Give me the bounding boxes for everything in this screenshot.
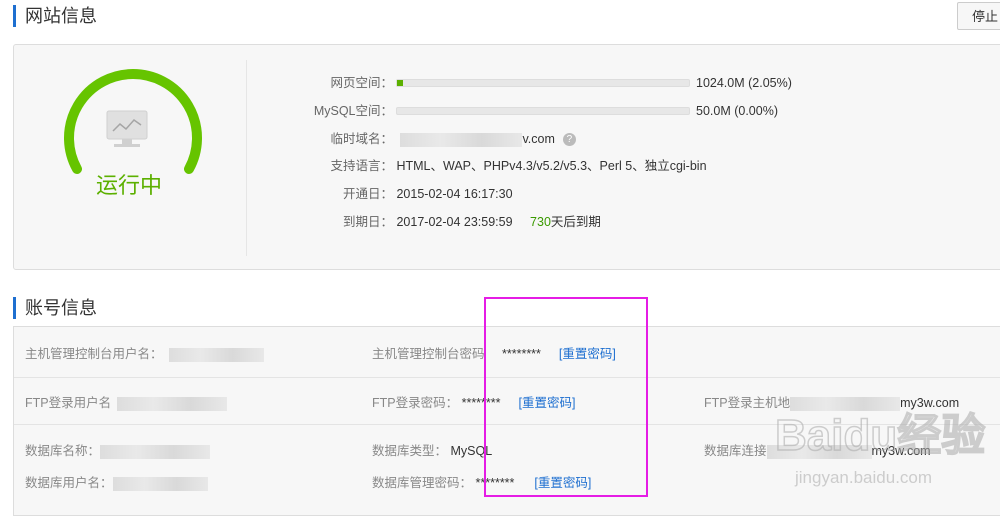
web-space-bar xyxy=(396,79,690,87)
mysql-space-bar xyxy=(396,107,690,115)
temp-domain-row: 临时域名： v.com? xyxy=(260,130,576,148)
db-name-field: 数据库名称： xyxy=(25,443,211,459)
monitor-icon xyxy=(106,110,148,147)
open-date-row: 开通日： 2015-02-04 16:17:30 xyxy=(260,185,513,203)
temp-domain-label: 临时域名： xyxy=(330,132,393,146)
expire-date-row: 到期日： 2017-02-04 23:59:59 730天后到期 xyxy=(260,213,601,231)
db-user-label: 数据库用户名： xyxy=(25,476,113,490)
db-host-label: 数据库连接 xyxy=(704,444,767,458)
db-user-field: 数据库用户名： xyxy=(25,475,208,491)
host-pwd-label: 主机管理控制台密码 xyxy=(372,347,485,361)
ftp-user-label: FTP登录用户名 xyxy=(25,396,112,410)
help-icon[interactable]: ? xyxy=(562,133,576,147)
web-space-value: 1024.0M (2.05%) xyxy=(696,76,792,90)
blurred-value xyxy=(100,444,211,459)
highlight-box xyxy=(484,297,648,497)
blurred-domain xyxy=(400,132,523,147)
web-space-label: 网页空间： xyxy=(330,76,393,90)
baidu-watermark-logo: Baidu经验 jingyan.baidu.com xyxy=(775,410,986,487)
db-pwd-label: 数据库管理密码： xyxy=(372,476,473,490)
panel-divider xyxy=(246,60,247,256)
status-label: 运行中 xyxy=(96,173,163,198)
mysql-space-label: MySQL空间： xyxy=(313,104,393,118)
languages-value: HTML、WAP、PHPv4.3/v5.2/v5.3、Perl 5、独立cgi-… xyxy=(396,159,707,173)
temp-domain-value: v.com xyxy=(522,132,555,146)
languages-label: 支持语言： xyxy=(330,159,393,173)
host-user-label: 主机管理控制台用户名： xyxy=(25,347,163,361)
open-date-value: 2015-02-04 16:17:30 xyxy=(396,187,513,201)
db-name-label: 数据库名称： xyxy=(25,444,101,458)
host-user-field: 主机管理控制台用户名： xyxy=(25,346,264,362)
watermark-brand: Baidu经验 xyxy=(775,411,985,460)
ftp-user-field: FTP登录用户名 xyxy=(25,395,228,411)
stop-button[interactable]: 停止 xyxy=(957,2,1000,30)
mysql-space-row: MySQL空间： xyxy=(260,102,393,120)
expire-date-value: 2017-02-04 23:59:59 xyxy=(396,215,513,229)
watermark-url: jingyan.baidu.com xyxy=(794,468,932,487)
days-left: 730 xyxy=(530,215,551,229)
open-date-label: 开通日： xyxy=(342,187,393,201)
db-type-field: 数据库类型： MySQL xyxy=(372,443,492,459)
web-space-row: 网页空间： xyxy=(260,74,393,92)
languages-row: 支持语言： HTML、WAP、PHPv4.3/v5.2/v5.3、Perl 5、… xyxy=(260,157,707,175)
blurred-value xyxy=(168,347,264,362)
ftp-pwd-label: FTP登录密码： xyxy=(372,396,459,410)
db-type-label: 数据库类型： xyxy=(372,444,448,458)
mysql-space-value: 50.0M (0.00%) xyxy=(696,104,778,118)
days-suffix: 天后到期 xyxy=(550,215,601,229)
web-space-fill xyxy=(397,80,403,86)
expire-date-label: 到期日： xyxy=(342,215,393,229)
blurred-value xyxy=(112,476,208,491)
site-info-title: 网站信息 xyxy=(13,5,97,27)
blurred-value xyxy=(117,396,228,411)
account-info-title: 账号信息 xyxy=(13,297,97,319)
